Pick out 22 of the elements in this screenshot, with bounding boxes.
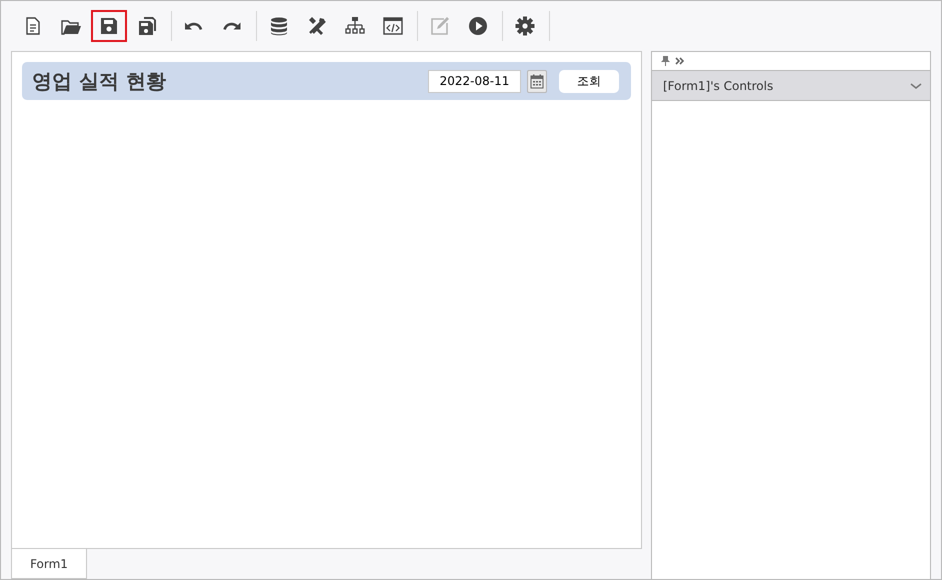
- search-button[interactable]: 조회: [559, 70, 619, 92]
- database-icon: [269, 16, 289, 36]
- edit-icon: [430, 16, 450, 36]
- settings-icon: [515, 16, 535, 36]
- calendar-icon: [530, 74, 544, 88]
- controls-header-label: [Form1]'s Controls: [663, 78, 774, 94]
- form-title: 영업 실적 현황: [32, 68, 167, 95]
- calendar-button[interactable]: [527, 70, 547, 92]
- redo-icon: [223, 22, 241, 30]
- floppy-disks-icon: [137, 16, 157, 36]
- date-field[interactable]: 2022-08-11: [428, 70, 521, 92]
- chevron-down-icon[interactable]: [910, 82, 922, 90]
- toolbar-button[interactable]: [91, 10, 127, 42]
- controls-header[interactable]: [Form1]'s Controls: [652, 71, 930, 101]
- hierarchy-icon: [345, 16, 365, 36]
- form-tab[interactable]: Form1: [11, 549, 87, 579]
- double-chevron-icon[interactable]: [675, 57, 685, 65]
- code-window-icon: [383, 16, 403, 36]
- play-icon: [468, 16, 488, 36]
- undo-icon: [185, 22, 203, 30]
- tools-icon: [307, 16, 327, 36]
- pin-icon[interactable]: [661, 56, 670, 66]
